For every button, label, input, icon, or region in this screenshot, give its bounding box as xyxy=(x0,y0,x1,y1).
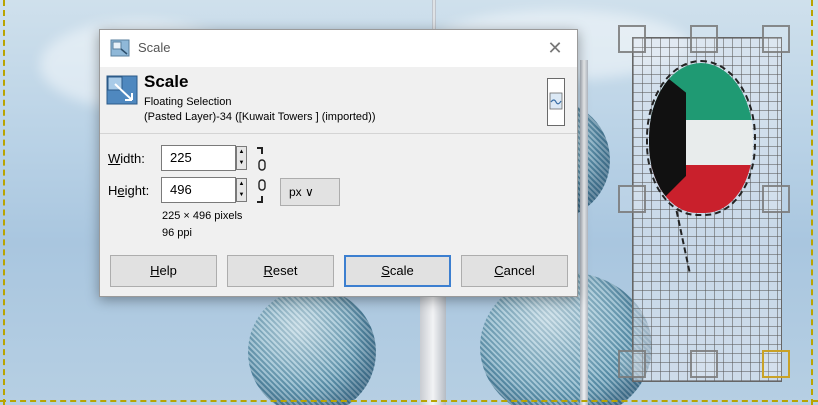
height-spinner[interactable]: ▲ ▼ xyxy=(236,178,247,202)
spin-up-icon[interactable]: ▲ xyxy=(237,147,246,158)
transform-handle-top-right[interactable] xyxy=(762,25,790,53)
dialog-titlebar[interactable]: Scale ✕ xyxy=(100,30,577,67)
canvas-guide-horizontal xyxy=(0,400,818,402)
transform-handle-right[interactable] xyxy=(762,185,790,213)
dialog-window-title: Scale xyxy=(138,40,171,55)
spin-down-icon[interactable]: ▼ xyxy=(237,190,246,201)
cancel-button[interactable]: Cancel xyxy=(461,255,568,287)
scale-button[interactable]: Scale xyxy=(344,255,451,287)
canvas-guide-vertical xyxy=(3,0,5,405)
transform-handle-bottom[interactable] xyxy=(690,350,718,378)
help-button[interactable]: Help xyxy=(110,255,217,287)
spin-down-icon[interactable]: ▼ xyxy=(237,158,246,169)
width-spinner[interactable]: ▲ ▼ xyxy=(236,146,247,170)
transform-handle-bottom-left[interactable] xyxy=(618,350,646,378)
chevron-down-icon: ∨ xyxy=(305,185,314,199)
kuwait-balloon-layer xyxy=(646,60,756,216)
transform-handle-bottom-right[interactable] xyxy=(762,350,790,378)
header-title: Scale xyxy=(144,72,189,91)
spin-up-icon[interactable]: ▲ xyxy=(237,179,246,190)
transform-handle-top-left[interactable] xyxy=(618,25,646,53)
tower-spire xyxy=(580,60,588,405)
header-layer-detail: (Pasted Layer)-34 ([Kuwait Towers ] (imp… xyxy=(144,111,376,123)
height-label: Height: xyxy=(108,183,150,198)
pixel-dimensions: 225 × 496 pixels xyxy=(162,210,243,222)
unit-select[interactable]: px ∨ xyxy=(280,178,340,206)
resolution-info: 96 ppi xyxy=(162,227,192,239)
width-label: Width: xyxy=(108,151,145,166)
reset-button[interactable]: Reset xyxy=(227,255,334,287)
scale-dialog: Scale ✕ Scale Floating Selection (Pasted… xyxy=(99,29,578,297)
gimp-scale-icon xyxy=(110,39,130,57)
canvas-guide-vertical xyxy=(811,0,813,405)
transform-handle-top[interactable] xyxy=(690,25,718,53)
height-input[interactable]: 496 xyxy=(161,177,236,203)
dialog-header: Scale Floating Selection (Pasted Layer)-… xyxy=(100,67,577,134)
unit-value: px xyxy=(289,185,302,199)
transform-handle-left[interactable] xyxy=(618,185,646,213)
tower-sphere xyxy=(248,288,376,405)
close-icon[interactable]: ✕ xyxy=(545,38,565,58)
chain-link-icon[interactable] xyxy=(255,144,269,208)
width-input[interactable]: 225 xyxy=(161,145,236,171)
scale-tool-icon xyxy=(106,75,138,105)
header-subtitle: Floating Selection xyxy=(144,96,232,108)
preview-icon xyxy=(549,92,563,110)
preview-button[interactable] xyxy=(547,78,565,126)
